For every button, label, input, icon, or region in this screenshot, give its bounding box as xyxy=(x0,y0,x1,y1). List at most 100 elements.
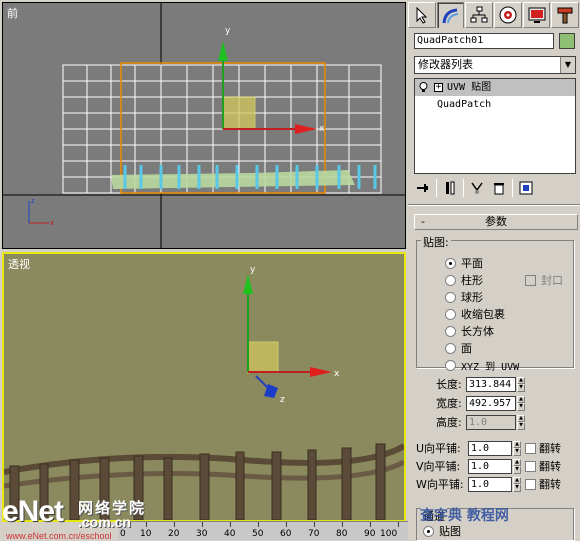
pin-icon xyxy=(417,184,428,192)
v-flip-label: 翻转 xyxy=(539,460,561,473)
lightbulb-icon[interactable] xyxy=(419,82,428,92)
mapping-option-cylindrical[interactable]: 柱形 xyxy=(445,272,483,288)
length-spinner[interactable]: ▲ ▼ xyxy=(517,376,525,392)
make-unique-icon xyxy=(471,182,483,194)
w-flip-label: 翻转 xyxy=(539,478,561,491)
mapping-option-planar[interactable]: 平面 xyxy=(445,255,483,271)
channel-option-map[interactable]: 贴图 xyxy=(423,523,461,539)
length-label: 长度: xyxy=(436,378,462,391)
front-tripod-x-label: x xyxy=(50,219,54,227)
enet-logo: eNet xyxy=(2,495,64,528)
w-flip-checkbox[interactable] xyxy=(525,478,536,490)
toolbar-divider xyxy=(512,179,513,197)
height-label: 高度: xyxy=(436,416,462,429)
make-unique-button[interactable] xyxy=(468,179,486,197)
end-result-icon xyxy=(446,181,455,195)
bend-curve-icon xyxy=(442,8,458,23)
radio-button[interactable] xyxy=(445,291,456,303)
perspective-viewport[interactable]: 透视 y x z xyxy=(2,252,406,522)
remove-modifier-button[interactable] xyxy=(490,179,508,197)
tick-label: 100 xyxy=(380,529,398,539)
modifier-list-dropdown[interactable]: 修改器列表 ▼ xyxy=(414,56,576,74)
command-panel-tabs xyxy=(408,2,580,28)
radio-label: 贴图 xyxy=(439,525,461,538)
front-viewport[interactable]: 前 y x x z xyxy=(2,2,406,249)
tick-label: 10 xyxy=(140,529,152,539)
mapping-option-face[interactable]: 面 xyxy=(445,340,472,356)
width-spinner[interactable]: ▲ ▼ xyxy=(517,395,525,411)
v-tile-field[interactable]: 1.0 xyxy=(468,458,512,474)
cap-checkbox[interactable] xyxy=(525,274,536,286)
length-row: 长度: 313.844 ▲ ▼ xyxy=(436,376,525,392)
stack-item-uvw-map[interactable]: + UVW 贴图 xyxy=(415,79,575,96)
stack-toolbar xyxy=(414,178,576,198)
radio-button[interactable] xyxy=(423,525,434,537)
length-field[interactable]: 313.844 xyxy=(466,376,516,392)
configure-modifier-sets-button[interactable] xyxy=(517,179,535,197)
panel-divider xyxy=(408,204,580,206)
w-tile-spinner[interactable]: ▲ ▼ xyxy=(513,476,521,492)
config-sets-icon xyxy=(519,181,533,195)
radio-button[interactable] xyxy=(445,342,456,354)
u-tile-spinner[interactable]: ▲ ▼ xyxy=(513,440,521,456)
hierarchy-tab[interactable] xyxy=(465,2,494,28)
v-tile-spinner[interactable]: ▲ ▼ xyxy=(513,458,521,474)
radio-button[interactable] xyxy=(445,257,456,269)
hammer-icon xyxy=(557,7,573,24)
mapping-option-box[interactable]: 长方体 xyxy=(445,323,494,339)
height-row: 高度: 1.0 ▲ ▼ xyxy=(436,414,525,430)
object-color-swatch[interactable] xyxy=(559,33,575,49)
radio-label: 长方体 xyxy=(461,325,494,338)
create-tab[interactable] xyxy=(408,2,436,28)
object-name-field[interactable]: QuadPatch01 xyxy=(414,33,554,49)
utilities-tab[interactable] xyxy=(551,2,580,28)
v-flip-checkbox[interactable] xyxy=(525,460,536,472)
site-watermark: 查字典 教程网 xyxy=(420,508,509,524)
parameters-rollout-header[interactable]: - 参数 xyxy=(414,214,578,230)
u-flip-checkbox[interactable] xyxy=(525,442,536,454)
tick-label: 0 xyxy=(120,529,126,539)
radio-button[interactable] xyxy=(445,308,456,320)
u-tile-field[interactable]: 1.0 xyxy=(468,440,512,456)
cap-checkbox-row[interactable]: 封口 xyxy=(525,272,563,288)
radio-button[interactable] xyxy=(445,325,456,337)
collapse-minus-icon: - xyxy=(421,215,425,228)
tick-label: 20 xyxy=(168,529,180,539)
radio-label: 球形 xyxy=(461,291,483,304)
mapping-option-shrink-wrap[interactable]: 收缩包裹 xyxy=(445,306,505,322)
show-end-result-button[interactable] xyxy=(441,179,459,197)
mapping-option-spherical[interactable]: 球形 xyxy=(445,289,483,305)
front-axis-x-label: x xyxy=(319,124,325,134)
w-tile-field[interactable]: 1.0 xyxy=(468,476,512,492)
width-field[interactable]: 492.957 xyxy=(466,395,516,411)
front-tripod-z-label: z xyxy=(31,197,35,205)
tick-label: 40 xyxy=(224,529,236,539)
cap-label: 封口 xyxy=(541,274,563,287)
radio-label: 面 xyxy=(461,342,472,355)
stack-item-quadpatch[interactable]: QuadPatch xyxy=(415,96,575,113)
expand-plus-icon[interactable]: + xyxy=(434,83,443,92)
perspective-viewport-scene: y x z xyxy=(4,265,404,520)
radio-label: 平面 xyxy=(461,257,483,270)
radio-label: 柱形 xyxy=(461,274,483,287)
radio-button[interactable] xyxy=(445,274,456,286)
parameters-rollout: - 参数 贴图: 平面 柱形 封口 球形 收缩包裹 长方体 面 XYZ 到 UV… xyxy=(414,214,578,540)
height-spinner[interactable]: ▲ ▼ xyxy=(517,414,525,430)
motion-tab[interactable] xyxy=(494,2,522,28)
persp-axis-z-label: z xyxy=(280,395,285,405)
mapping-option-xyz-to-uvw[interactable]: XYZ 到 UVW xyxy=(445,357,519,373)
trash-icon xyxy=(494,183,504,195)
timeline-track[interactable]: 0 10 20 30 40 50 60 70 80 90 100 xyxy=(118,521,408,540)
display-tab[interactable] xyxy=(522,2,551,28)
radio-button[interactable] xyxy=(445,359,456,371)
toolbar-divider xyxy=(463,179,464,197)
modify-tab[interactable] xyxy=(436,2,465,28)
pin-stack-button[interactable] xyxy=(414,179,432,197)
v-tile-row: V向平铺: 1.0 ▲ ▼ 翻转 xyxy=(416,458,561,474)
chevron-down-icon[interactable]: ▼ xyxy=(560,57,575,73)
height-field[interactable]: 1.0 xyxy=(466,414,516,430)
front-viewport-scene: y x x z xyxy=(3,3,405,248)
modifier-stack[interactable]: + UVW 贴图 QuadPatch xyxy=(414,78,576,174)
w-tile-row: W向平铺: 1.0 ▲ ▼ 翻转 xyxy=(416,476,561,492)
arrow-cursor-icon xyxy=(416,6,428,24)
